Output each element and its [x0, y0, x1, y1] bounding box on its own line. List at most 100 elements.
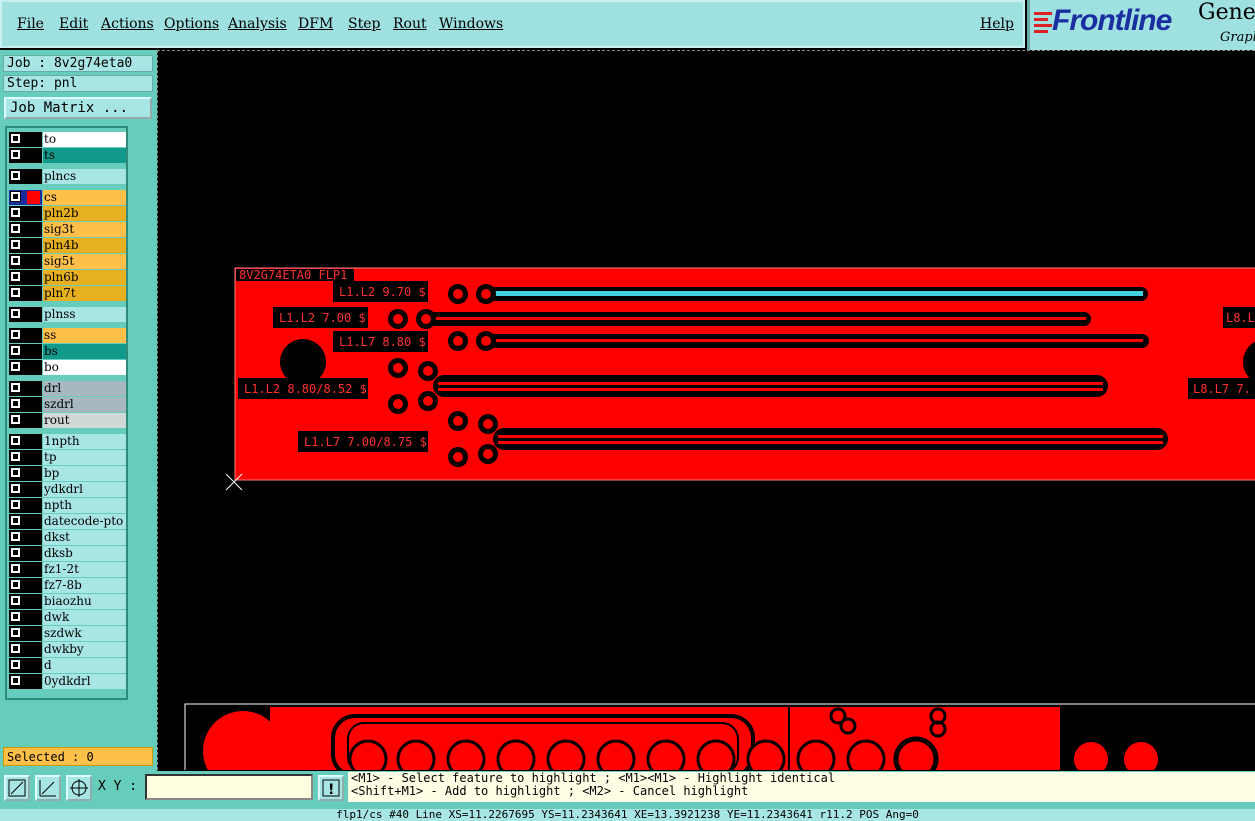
layer-checkbox[interactable]: [10, 611, 21, 622]
layer-checkbox[interactable]: [10, 149, 21, 160]
layer-row[interactable]: rout: [9, 413, 127, 428]
layer-checkbox[interactable]: [10, 398, 21, 409]
layer-checkbox[interactable]: [10, 467, 21, 478]
layer-checkbox[interactable]: [10, 361, 21, 372]
layer-checkbox[interactable]: [10, 531, 21, 542]
menu-step[interactable]: Step: [348, 16, 380, 32]
layer-checkbox[interactable]: [10, 483, 21, 494]
layer-checkbox[interactable]: [10, 643, 21, 654]
layer-row[interactable]: pln6b: [9, 270, 127, 285]
layer-name: plnss: [43, 307, 126, 322]
layer-name: 0ydkdrl: [43, 674, 126, 689]
layer-checkbox[interactable]: [10, 133, 21, 144]
layer-row[interactable]: pln2b: [9, 206, 127, 221]
pcb-label-6: L8.L: [1226, 311, 1255, 325]
layer-row[interactable]: plnss: [9, 307, 127, 322]
menu-analysis[interactable]: Analysis: [228, 16, 287, 32]
layer-row[interactable]: dkst: [9, 530, 127, 545]
menu-edit[interactable]: Edit: [59, 16, 88, 32]
layer-row[interactable]: drl: [9, 381, 127, 396]
layer-row[interactable]: bo: [9, 360, 127, 375]
pcb-view[interactable]: 8V2G74ETA0 FLP1 L1.L2 9.70 $ L1.L2 7.00 …: [158, 51, 1255, 770]
job-matrix-button[interactable]: Job Matrix ...: [4, 97, 152, 119]
layer-checkbox[interactable]: [10, 547, 21, 558]
layer-checkbox[interactable]: [10, 271, 21, 282]
measure-button[interactable]: [35, 775, 61, 801]
layer-checkbox[interactable]: [10, 223, 21, 234]
menu-help[interactable]: Help: [980, 16, 1014, 32]
layer-row[interactable]: sig3t: [9, 222, 127, 237]
layer-row[interactable]: npth: [9, 498, 127, 513]
layer-row[interactable]: ts: [9, 148, 127, 163]
layer-checkbox[interactable]: [10, 207, 21, 218]
board-title: 8V2G74ETA0 FLP1: [239, 268, 347, 282]
layer-checkbox[interactable]: [10, 451, 21, 462]
layer-checkbox[interactable]: [10, 239, 21, 250]
layer-name: dkst: [43, 530, 126, 545]
layer-checkbox[interactable]: [10, 659, 21, 670]
svg-text:!: !: [328, 782, 334, 798]
layer-row[interactable]: dwkby: [9, 642, 127, 657]
layer-row[interactable]: cs: [9, 190, 127, 205]
layer-checkbox[interactable]: [10, 170, 21, 181]
layer-name: fz7-8b: [43, 578, 126, 593]
menu-options[interactable]: Options: [164, 16, 219, 32]
layer-checkbox[interactable]: [10, 435, 21, 446]
layer-row[interactable]: datecode-pto: [9, 514, 127, 529]
layer-row[interactable]: dwk: [9, 610, 127, 625]
layer-row[interactable]: szdwk: [9, 626, 127, 641]
layer-row[interactable]: bs: [9, 344, 127, 359]
layer-row[interactable]: biaozhu: [9, 594, 127, 609]
layer-row[interactable]: sig5t: [9, 254, 127, 269]
menu-dfm[interactable]: DFM: [298, 16, 333, 32]
layer-name: datecode-pto: [43, 514, 126, 529]
layer-checkbox[interactable]: [10, 191, 21, 202]
xy-input[interactable]: [145, 774, 313, 800]
pcb-label-2: L1.L2 7.00 $: [279, 311, 366, 325]
layer-checkbox[interactable]: [10, 627, 21, 638]
layer-row[interactable]: tp: [9, 450, 127, 465]
selected-count: Selected : 0: [3, 747, 153, 766]
layer-list[interactable]: to ts plncs cs pln2b sig3t pln4b sig5t pln6b pln7…: [5, 126, 128, 700]
layer-row[interactable]: 1npth: [9, 434, 127, 449]
layer-checkbox[interactable]: [10, 675, 21, 686]
layer-checkbox[interactable]: [10, 595, 21, 606]
pcb-label-3: L1.L7 8.80 $: [339, 335, 426, 349]
layer-row[interactable]: ydkdrl: [9, 482, 127, 497]
layer-checkbox[interactable]: [10, 382, 21, 393]
layer-row[interactable]: bp: [9, 466, 127, 481]
layer-row[interactable]: ss: [9, 328, 127, 343]
layer-row[interactable]: to: [9, 132, 127, 147]
alert-button[interactable]: !: [318, 775, 344, 801]
layer-checkbox[interactable]: [10, 563, 21, 574]
layer-checkbox[interactable]: [10, 308, 21, 319]
layer-checkbox[interactable]: [10, 287, 21, 298]
menu-file[interactable]: File: [17, 16, 44, 32]
layer-name: 1npth: [43, 434, 126, 449]
layer-checkbox[interactable]: [10, 345, 21, 356]
layer-row[interactable]: pln4b: [9, 238, 127, 253]
layer-checkbox[interactable]: [10, 255, 21, 266]
layer-row[interactable]: pln7t: [9, 286, 127, 301]
layer-checkbox[interactable]: [10, 414, 21, 425]
layer-row[interactable]: dksb: [9, 546, 127, 561]
layer-name: cs: [43, 190, 126, 205]
layer-row[interactable]: plncs: [9, 169, 127, 184]
snap-grid-button[interactable]: [66, 775, 92, 801]
zoom-home-button[interactable]: [4, 775, 30, 801]
layer-checkbox[interactable]: [10, 579, 21, 590]
layer-row[interactable]: d: [9, 658, 127, 673]
layer-checkbox[interactable]: [10, 329, 21, 340]
layer-row[interactable]: fz1-2t: [9, 562, 127, 577]
menu-rout[interactable]: Rout: [393, 16, 427, 32]
graphic-canvas[interactable]: 8V2G74ETA0 FLP1 L1.L2 9.70 $ L1.L2 7.00 …: [157, 50, 1255, 770]
layer-name: dksb: [43, 546, 126, 561]
menu-actions[interactable]: Actions: [101, 16, 154, 32]
layer-checkbox[interactable]: [10, 515, 21, 526]
layer-row[interactable]: fz7-8b: [9, 578, 127, 593]
layer-row[interactable]: 0ydkdrl: [9, 674, 127, 689]
menu-windows[interactable]: Windows: [439, 16, 503, 32]
layer-row[interactable]: szdrl: [9, 397, 127, 412]
layer-checkbox[interactable]: [10, 499, 21, 510]
hint-line-2: <Shift+M1> - Add to highlight ; <M2> - C…: [351, 784, 749, 798]
